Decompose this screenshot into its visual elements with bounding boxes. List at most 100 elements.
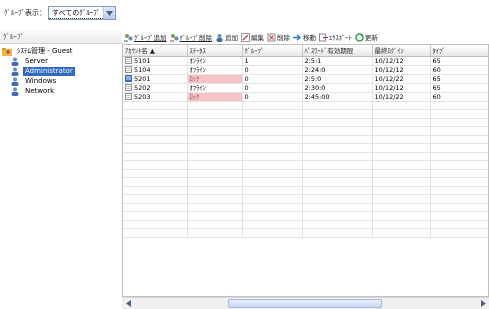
empty-cell (372, 228, 431, 238)
group-filter-value: すべてのｸﾞﾙｰﾌﾟ (49, 7, 104, 19)
column-header-0[interactable]: ｱｶｳﾝﾄ名 ▲ (123, 45, 188, 57)
table-cell: 2:5:1 (302, 56, 373, 66)
column-header-3[interactable]: ﾊﾟｽﾜｰﾄﾞ有効期限 (302, 45, 373, 57)
empty-table-row (123, 194, 488, 204)
column-header-1[interactable]: ｽﾃｰﾀｽ (187, 45, 243, 57)
empty-cell (187, 220, 243, 229)
account-cell: 5104 (123, 65, 188, 75)
empty-cell (302, 211, 373, 221)
doc-icon (125, 66, 132, 73)
empty-cell (242, 220, 303, 229)
empty-table-row (123, 109, 488, 119)
empty-cell (302, 177, 373, 187)
empty-cell (242, 101, 303, 110)
empty-cell (430, 118, 488, 127)
empty-cell (372, 186, 431, 195)
column-header-2[interactable]: ｸﾞﾙｰﾌﾟ (242, 45, 303, 57)
account-cell: 5203 (123, 92, 188, 102)
toolbar-button-7[interactable]: 更新 (355, 32, 378, 42)
empty-cell (187, 177, 243, 187)
empty-table-row (123, 160, 488, 170)
account-cell: 5201 (123, 74, 188, 84)
table-cell: ｵﾝﾗｲﾝ (187, 56, 243, 66)
table-row[interactable]: 5202 ｵﾌﾗｲﾝ 0 2:30:0 10/12/12 65 (123, 83, 488, 93)
group-filter-label: ｸﾞﾙｰﾌﾟ表示： (4, 9, 46, 17)
empty-cell (430, 177, 488, 187)
empty-cell (430, 211, 488, 221)
empty-cell (123, 118, 188, 127)
table-cell: 0 (242, 92, 303, 102)
table-row[interactable]: 5201 ﾛｯｸ 0 2:5:0 10/12/22 65 (123, 74, 488, 84)
empty-cell (302, 118, 373, 127)
tree-item-server[interactable]: Server (0, 56, 122, 66)
horizontal-scrollbar[interactable] (122, 297, 489, 309)
empty-cell (187, 143, 243, 153)
empty-cell (242, 152, 303, 161)
empty-table-row (123, 169, 488, 178)
table-cell: 2:5:0 (302, 74, 373, 84)
toolbar-button-5[interactable]: 移動 (293, 32, 316, 42)
empty-cell (123, 135, 188, 144)
tree-item-label: Windows (25, 76, 57, 85)
table-cell: 2:24:0 (302, 65, 373, 75)
empty-cell (302, 160, 373, 170)
empty-cell (187, 101, 243, 110)
empty-cell (123, 186, 188, 195)
tree-item-guest[interactable]: ｼｽﾃﾑ管理 - Guest (0, 46, 122, 56)
toolbar-button-1[interactable]: ｸﾞﾙｰﾌﾟ削除 (169, 32, 212, 42)
column-header-4[interactable]: 最終ﾛｸﾞｲﾝ (372, 45, 431, 57)
table-row[interactable]: 5203 ﾛｯｸ 0 2:45:00 10/12/22 60 (123, 92, 488, 102)
toolbar-button-3[interactable]: 編集 (241, 32, 264, 42)
tree-item-windows[interactable]: Windows (0, 76, 122, 86)
empty-cell (187, 194, 243, 204)
account-name: 5202 (134, 83, 151, 92)
empty-cell (430, 101, 488, 110)
empty-cell (372, 203, 431, 212)
user-icon (10, 87, 20, 96)
chevron-left-icon (125, 300, 131, 307)
empty-cell (302, 126, 373, 136)
empty-cell (430, 152, 488, 161)
table-cell: ｵﾌﾗｲﾝ (187, 83, 243, 93)
tree-item-label: Administrator (23, 66, 75, 76)
table-cell: 0 (242, 65, 303, 75)
empty-table-row (123, 186, 488, 195)
table-cell: 10/12/12 (372, 83, 431, 93)
empty-cell (187, 186, 243, 195)
toolbar-button-4[interactable]: 削除 (267, 32, 290, 42)
tree-item-label: ｼｽﾃﾑ管理 - Guest (17, 46, 73, 55)
group-folder-icon (2, 47, 12, 56)
account-name: 5104 (134, 65, 151, 74)
table-cell: 65 (430, 56, 488, 66)
toolbar-button-label: 更新 (364, 34, 378, 42)
tree-item-label: Network (25, 86, 55, 95)
empty-cell (242, 194, 303, 204)
empty-cell (123, 211, 188, 221)
toolbar-button-0[interactable]: ｸﾞﾙｰﾌﾟ追加 (124, 32, 167, 42)
chevron-down-icon[interactable] (103, 7, 116, 19)
toolbar-button-6[interactable]: ｴｸｽﾎﾟｰﾄ (319, 32, 352, 42)
table-cell: 1 (242, 56, 303, 66)
empty-table-row (123, 152, 488, 161)
empty-cell (242, 186, 303, 195)
edit-icon (241, 32, 250, 42)
empty-cell (242, 109, 303, 119)
table-row[interactable]: 5101 ｵﾝﾗｲﾝ 1 2:5:1 10/12/12 65 (123, 56, 488, 66)
user-icon (10, 67, 20, 76)
scroll-left-button[interactable] (122, 298, 134, 309)
scroll-track[interactable] (134, 298, 477, 309)
empty-cell (187, 203, 243, 212)
table-row[interactable]: 5104 ｵﾌﾗｲﾝ 0 2:24:0 10/12/12 60 (123, 65, 488, 75)
group-filter-bar: ｸﾞﾙｰﾌﾟ表示： すべてのｸﾞﾙｰﾌﾟ (0, 0, 489, 26)
tree-item-administrator[interactable]: Administrator (0, 66, 122, 76)
group-filter-select[interactable]: すべてのｸﾞﾙｰﾌﾟ (48, 6, 117, 20)
scroll-right-button[interactable] (477, 298, 489, 309)
empty-cell (123, 177, 188, 187)
toolbar-button-2[interactable]: 追加 (215, 32, 238, 42)
empty-cell (430, 228, 488, 238)
toolbar-button-label: ｸﾞﾙｰﾌﾟ追加 (134, 34, 167, 42)
empty-cell (302, 169, 373, 178)
scroll-thumb[interactable] (228, 299, 382, 308)
column-header-5[interactable]: ﾀｲﾌﾟ (430, 45, 488, 57)
tree-item-network[interactable]: Network (0, 86, 122, 96)
